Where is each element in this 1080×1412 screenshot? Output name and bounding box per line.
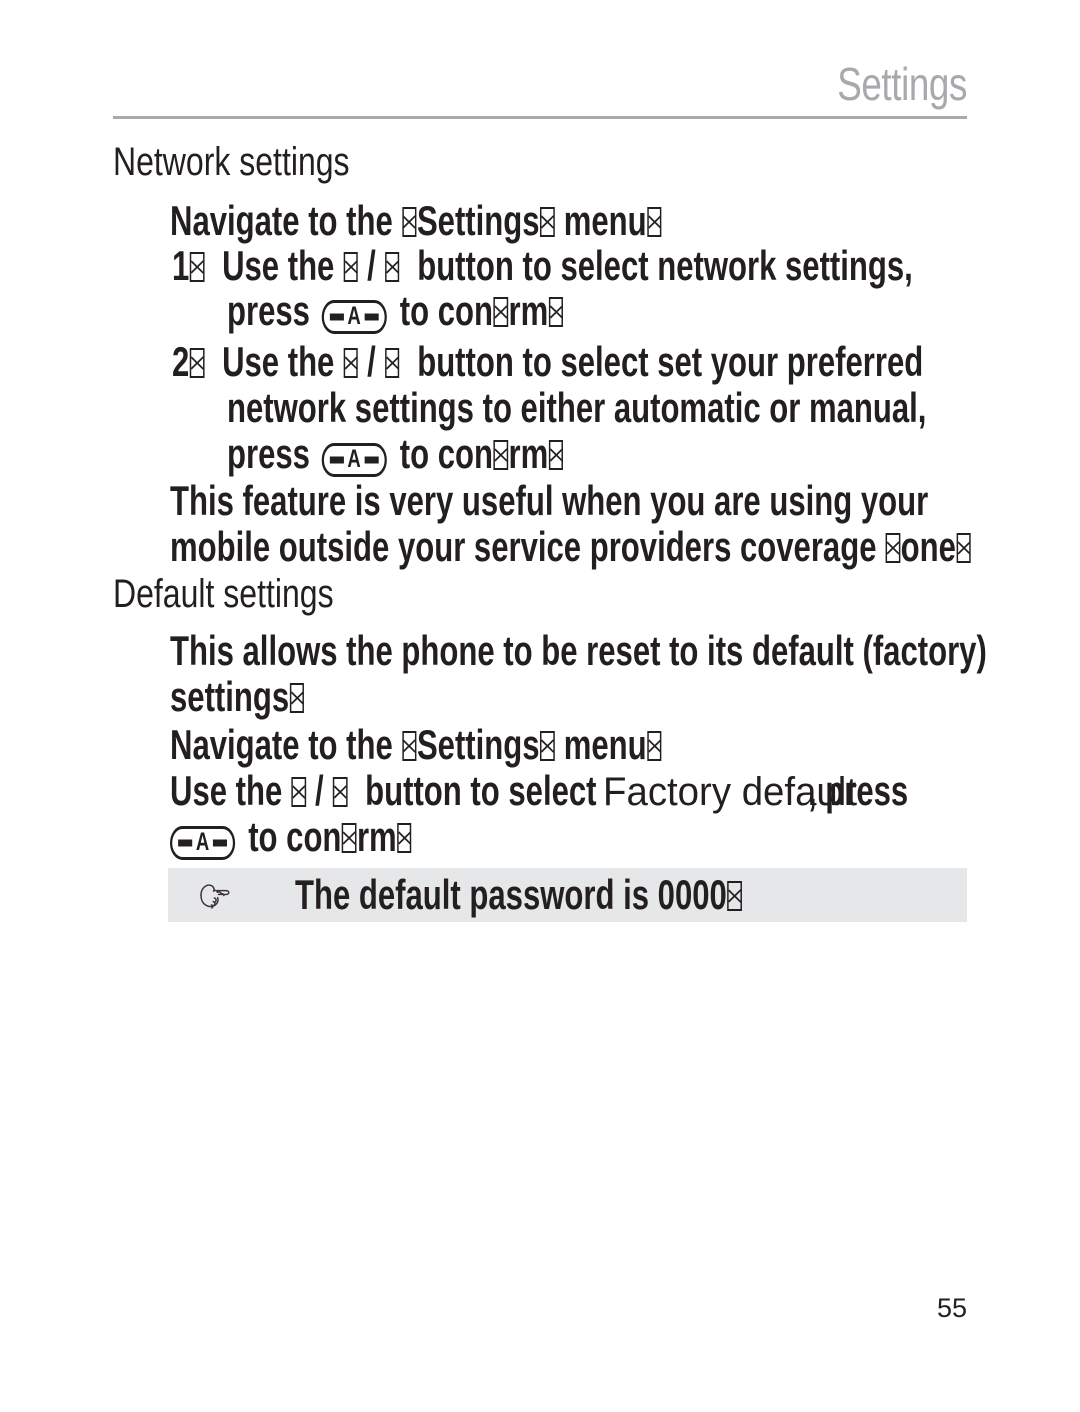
step-1-press-label: press [227, 287, 319, 334]
tofu-glyph-z [885, 533, 901, 563]
step-2-line-2: network settings to either automatic or … [227, 384, 927, 431]
page-header-title: Settings [837, 58, 967, 110]
step-1-confirm-b: to con [391, 287, 493, 334]
note-callout-bar: The default password is 0000 [168, 868, 967, 922]
tofu-glyph [956, 533, 971, 563]
confirm-text-e: to con [239, 813, 342, 860]
factory-default-press-suffix: , press [808, 767, 909, 814]
tofu-glyph [727, 881, 742, 911]
step-2-number: 2 [172, 338, 190, 385]
factory-default-confirm-line: A to con rm [170, 813, 412, 861]
network-feature-note-line-2: mobile outside your service providers co… [170, 524, 971, 570]
step-2-line-1: 2 Use the / button to select set your pr… [172, 339, 923, 385]
note-text-body: The default password is 0000 [295, 871, 727, 918]
intro-pre: Navigate to the [170, 197, 402, 244]
factory-default-instruction: Use the / button to select [170, 768, 597, 814]
tofu-glyph [548, 297, 564, 327]
instruction-b: / [306, 767, 333, 814]
confirm-key-icon[interactable]: A [170, 826, 236, 861]
key-dash-right [364, 456, 379, 464]
section-heading-network-settings: Network settings [113, 140, 350, 184]
intro-pre: Navigate to the [170, 721, 402, 768]
intro-post: menu [555, 721, 647, 768]
key-dash-right [364, 313, 379, 321]
step-2-confirm-b: to con [391, 430, 493, 477]
step-1-confirm-c: rm [508, 287, 549, 334]
step-2-press-label: press [227, 430, 319, 477]
step-1-number: 1 [172, 242, 190, 289]
step-2-text-a: Use the [222, 338, 343, 385]
key-dash-left [178, 839, 193, 847]
tofu-glyph-fi [342, 823, 357, 853]
default-settings-body-line-2: settings [170, 674, 305, 720]
step-1-text-a: Use the [222, 242, 343, 289]
instruction-c: button to select [356, 767, 597, 814]
tofu-glyph [189, 348, 205, 378]
intro-menu: Settings [416, 197, 540, 244]
step-2-line-3: press A to con rm [227, 430, 564, 478]
intro-menu: Settings [416, 721, 540, 768]
confirm-key-icon[interactable]: A [321, 300, 387, 335]
tofu-glyph [402, 207, 417, 237]
tofu-glyph-arrow-down [385, 252, 400, 282]
step-1-text-c: button to select network settings, [408, 242, 913, 289]
key-dash-left [329, 313, 344, 321]
step-2-text-b: / [358, 338, 385, 385]
step-1-line-1: 1 Use the / button to select network set… [172, 243, 913, 289]
tofu-glyph-arrow-up [343, 348, 358, 378]
key-letter-a: A [347, 445, 361, 474]
instruction-a: Use the [170, 767, 291, 814]
confirm-key-icon[interactable]: A [321, 443, 387, 478]
key-letter-a: A [347, 302, 361, 331]
tofu-glyph [647, 207, 662, 237]
tofu-glyph-fi [493, 297, 508, 327]
key-letter-a: A [195, 828, 210, 857]
tofu-glyph-arrow-up [343, 252, 358, 282]
page-number: 55 [936, 1293, 967, 1323]
step-1-line-2: press A to con rm [227, 287, 564, 335]
step-2-confirm-c: rm [508, 430, 549, 477]
note-callout-text: The default password is 0000 [295, 873, 742, 917]
tofu-glyph [402, 731, 417, 761]
page-header: Settings [113, 58, 967, 119]
tofu-glyph-arrow-down [332, 777, 348, 807]
network-feature-note-line-1: This feature is very useful when you are… [170, 477, 929, 524]
tofu-glyph-arrow-up [291, 777, 306, 807]
step-1-text-b: / [358, 242, 385, 289]
pointing-hand-icon [200, 884, 230, 909]
tofu-glyph [289, 683, 305, 713]
tofu-glyph [647, 731, 662, 761]
step-2-text-c: button to select set your preferred [408, 338, 924, 385]
tofu-glyph [540, 207, 555, 237]
section-heading-default-settings: Default settings [113, 572, 334, 616]
intro-post: menu [555, 197, 647, 244]
feature-note-tail: one [900, 523, 956, 570]
key-dash-left [329, 456, 344, 464]
default-settings-intro: Navigate to the Settings menu [170, 722, 662, 768]
tofu-glyph-fi [493, 440, 508, 470]
tofu-glyph [397, 823, 412, 853]
default-settings-body-line-1: This allows the phone to be reset to its… [170, 627, 987, 674]
tofu-glyph [548, 440, 564, 470]
header-divider [113, 116, 967, 119]
feature-note-text: mobile outside your service providers co… [170, 523, 886, 570]
tofu-glyph [189, 252, 205, 282]
tofu-glyph-arrow-down [385, 348, 400, 378]
tofu-glyph [540, 731, 555, 761]
key-dash-right [212, 839, 227, 847]
network-settings-intro: Navigate to the Settings menu [170, 198, 662, 244]
confirm-text-f: rm [356, 813, 397, 860]
default-body-text: settings [170, 673, 290, 720]
